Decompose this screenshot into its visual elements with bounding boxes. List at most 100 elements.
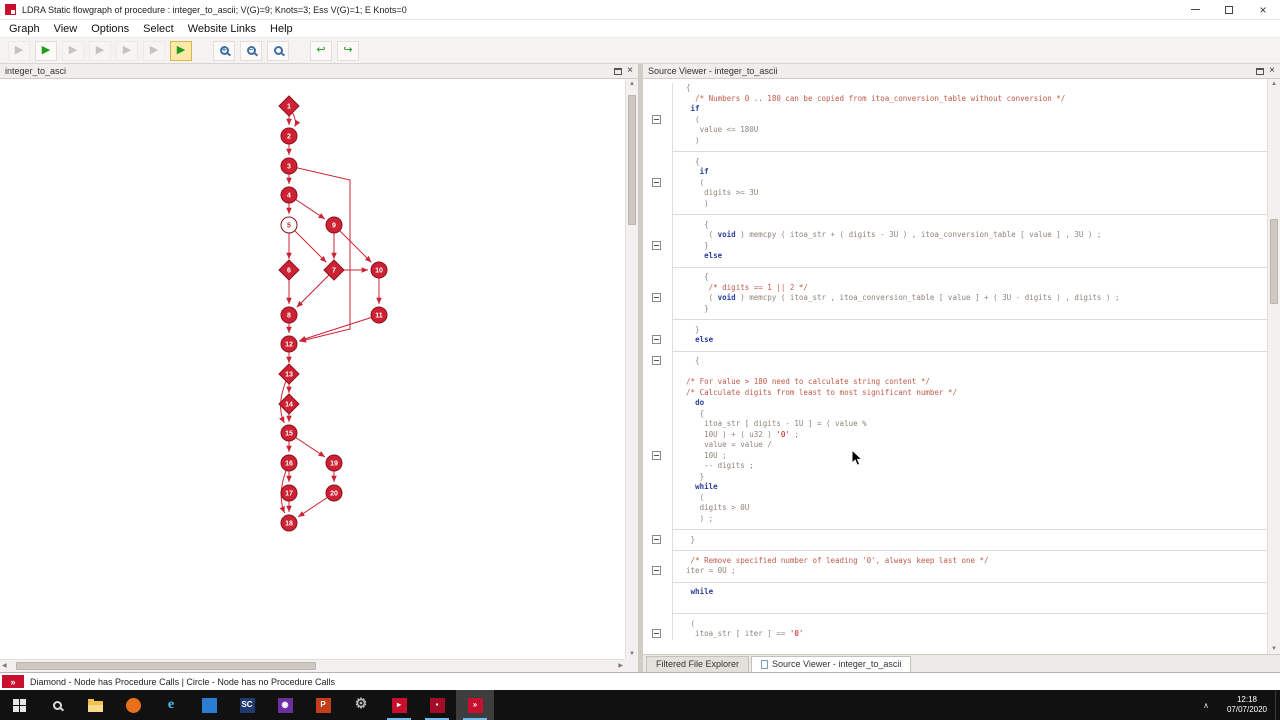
zoom-out-button[interactable]: − [240, 40, 262, 61]
nav-back-button[interactable]: ↩ [310, 40, 332, 61]
svg-text:5: 5 [287, 223, 291, 230]
menu-help[interactable]: Help [263, 23, 300, 35]
collapse-toggle-icon[interactable] [652, 240, 661, 250]
code-line: while [643, 587, 1267, 598]
flowgraph-tool-7[interactable]: ▶ [170, 40, 192, 61]
flowgraph-tool-6[interactable]: ▶ [143, 40, 165, 61]
flowgraph-tool-3[interactable]: ▶ [62, 40, 84, 61]
collapse-toggle-icon[interactable] [652, 356, 661, 365]
flowgraph-canvas[interactable]: 1 2 3 4 5 9 6 7 10 8 11 12 13 14 15 16 19 17 20 18 ▲ ▼ ◀ ▶ [0, 79, 638, 672]
flowgraph-hscrollbar[interactable]: ◀ ▶ [0, 659, 625, 672]
minimize-button[interactable] [1178, 0, 1212, 19]
internet-explorer-icon[interactable]: e [152, 690, 190, 720]
zoom-reset-button[interactable] [267, 40, 289, 61]
ldra-app-icon-1[interactable]: ▸ [380, 690, 418, 720]
tab-label: Filtered File Explorer [656, 659, 740, 669]
menu-options[interactable]: Options [84, 23, 136, 35]
flow-node-16[interactable]: 16 [280, 454, 298, 472]
powerpoint-icon[interactable]: P [304, 690, 342, 720]
flow-node-5[interactable]: 5 [280, 216, 298, 234]
collapse-toggle-icon[interactable] [652, 335, 661, 344]
code-gutter [643, 513, 673, 524]
show-desktop-button[interactable] [1275, 690, 1280, 720]
flow-node-14[interactable]: 14 [278, 393, 300, 415]
settings-gears-icon[interactable]: ⚙ [342, 690, 380, 720]
menu-select[interactable]: Select [136, 23, 181, 35]
camera-app-icon[interactable]: ◉ [266, 690, 304, 720]
flowgraph-tool-5[interactable]: ▶ [116, 40, 138, 61]
flow-node-2[interactable]: 2 [280, 127, 298, 145]
ldra-app-icon-2[interactable]: ▪ [418, 690, 456, 720]
tab-filtered-file-explorer[interactable]: Filtered File Explorer [646, 656, 750, 672]
code-gutter [643, 545, 673, 556]
tab-source-viewer[interactable]: Source Viewer - integer_to_ascii [751, 656, 912, 672]
scroll-down-icon[interactable]: ▼ [629, 651, 635, 657]
ldra-flowgraph-icon[interactable]: » [456, 690, 494, 720]
tray-expand-icon[interactable]: ∧ [1193, 701, 1219, 710]
scroll-up-icon[interactable]: ▲ [1271, 81, 1277, 87]
taskbar-clock[interactable]: 12:18 07/07/2020 [1219, 695, 1275, 715]
flowgraph-vscrollbar[interactable]: ▲ ▼ [625, 79, 638, 659]
magnifier-icon [273, 46, 283, 55]
code-gutter [643, 534, 673, 545]
collapse-toggle-icon[interactable] [652, 566, 661, 575]
start-button[interactable] [0, 690, 38, 720]
collapse-toggle-icon[interactable] [652, 450, 661, 460]
collapse-toggle-icon[interactable] [652, 114, 661, 124]
hscroll-thumb[interactable] [16, 662, 316, 670]
flow-node-13[interactable]: 13 [278, 363, 300, 385]
flow-node-9[interactable]: 9 [325, 216, 343, 234]
code-gutter [643, 419, 673, 430]
flowgraph-tool-2[interactable]: ▶ [35, 40, 57, 61]
svg-text:17: 17 [285, 491, 293, 498]
menu-graph[interactable]: Graph [2, 23, 47, 35]
flow-node-1[interactable]: 1 [278, 95, 300, 117]
scroll-up-icon[interactable]: ▲ [629, 81, 635, 87]
flow-node-19[interactable]: 19 [325, 454, 343, 472]
flow-node-10[interactable]: 10 [370, 261, 388, 279]
flow-edge-7-8 [296, 269, 335, 308]
collapse-toggle-icon[interactable] [652, 534, 661, 544]
source-code-area[interactable]: { /* Numbers 0 .. 180 can be copied from… [643, 79, 1280, 654]
flow-node-20[interactable]: 20 [325, 484, 343, 502]
collapse-toggle-icon[interactable] [652, 293, 661, 302]
collapse-toggle-icon[interactable] [652, 629, 661, 638]
flow-node-17[interactable]: 17 [280, 484, 298, 502]
code-line: } [643, 303, 1267, 314]
flow-node-12[interactable]: 12 [280, 335, 298, 353]
sc-app-icon[interactable]: SC [228, 690, 266, 720]
close-button[interactable]: × [1246, 0, 1280, 19]
code-line: ) [643, 198, 1267, 209]
scroll-left-icon[interactable]: ◀ [2, 663, 7, 669]
flowgraph-tool-1[interactable]: ▶ [8, 40, 30, 61]
float-panel-icon[interactable] [1256, 67, 1265, 75]
flow-node-6[interactable]: 6 [278, 259, 300, 281]
flow-node-4[interactable]: 4 [280, 186, 298, 204]
search-button[interactable] [38, 690, 76, 720]
float-panel-icon[interactable] [614, 67, 623, 75]
flow-node-3[interactable]: 3 [280, 157, 298, 175]
collapse-toggle-icon[interactable] [652, 177, 661, 187]
close-panel-icon[interactable]: × [627, 66, 633, 76]
scroll-down-icon[interactable]: ▼ [1271, 646, 1277, 652]
scroll-right-icon[interactable]: ▶ [618, 663, 623, 669]
source-vscrollbar[interactable]: ▲ ▼ [1267, 79, 1280, 654]
file-explorer-icon[interactable] [76, 690, 114, 720]
menu-view[interactable]: View [47, 23, 85, 35]
flow-node-18[interactable]: 18 [280, 514, 298, 532]
maximize-button[interactable] [1212, 0, 1246, 19]
nav-forward-button[interactable]: ↪ [337, 40, 359, 61]
zoom-in-button[interactable]: + [213, 40, 235, 61]
legend-text: Diamond - Node has Procedure Calls | Cir… [30, 676, 335, 687]
close-panel-icon[interactable]: × [1269, 66, 1275, 76]
vscroll-thumb[interactable] [1270, 219, 1278, 304]
flow-node-11[interactable]: 11 [370, 306, 388, 324]
app-icon-blue[interactable] [190, 690, 228, 720]
vscroll-thumb[interactable] [628, 95, 636, 225]
flow-node-15[interactable]: 15 [280, 424, 298, 442]
menu-website-links[interactable]: Website Links [181, 23, 263, 35]
flow-node-8[interactable]: 8 [280, 306, 298, 324]
code-line: while [643, 482, 1267, 493]
firefox-icon[interactable] [114, 690, 152, 720]
flowgraph-tool-4[interactable]: ▶ [89, 40, 111, 61]
